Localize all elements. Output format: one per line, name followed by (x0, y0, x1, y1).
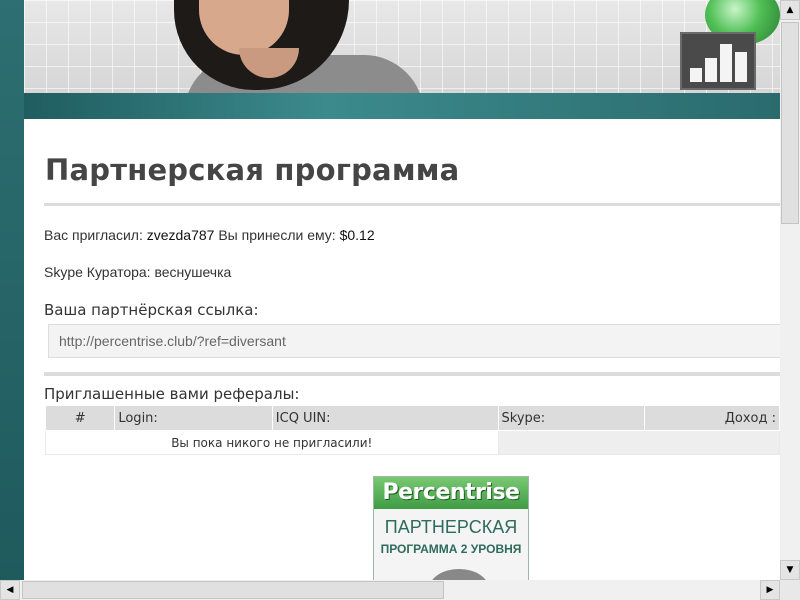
banner-line1: ПАРТНЕРСКАЯ (384, 517, 518, 537)
banner-image (429, 569, 489, 580)
horizontal-scroll-thumb[interactable] (22, 581, 444, 599)
empty-message: Вы пока никого не пригласили! (45, 430, 499, 455)
invited-by-label: Вас пригласил: (44, 227, 143, 243)
bar-chart-icon-bar (735, 52, 747, 82)
horizontal-scrollbar[interactable]: ◀ ▶ (0, 580, 780, 600)
banner-line2: ПРОГРАММА 2 УРОВНЯ (380, 542, 522, 556)
header-bottom-strip (24, 93, 780, 119)
scrollbar-corner (780, 580, 800, 600)
scroll-left-icon[interactable]: ◀ (0, 580, 20, 600)
bar-chart-icon-bar (720, 44, 732, 82)
col-header-login[interactable]: Login: (114, 405, 273, 431)
bar-chart-icon (680, 32, 756, 90)
scroll-right-icon[interactable]: ▶ (760, 580, 780, 600)
title-divider (44, 203, 780, 206)
col-header-skype[interactable]: Skype: (497, 405, 646, 431)
earned-value: $0.12 (339, 227, 375, 243)
bar-chart-icon-bar (705, 58, 717, 82)
ref-link-label: Ваша партнёрская ссылка: (44, 301, 259, 319)
col-header-number[interactable]: # (44, 405, 116, 431)
table-row: Вы пока никого не пригласили! (45, 430, 780, 455)
earned-label: Вы принесли ему: (218, 227, 336, 243)
invited-by-line: Вас пригласил: zvezda787 Вы принесли ему… (44, 227, 375, 243)
main-content-panel: Партнерская программа Вас пригласил: zve… (24, 119, 780, 580)
bar-chart-icon-bar (690, 68, 702, 82)
ref-link-input[interactable] (48, 324, 780, 358)
vertical-scrollbar[interactable]: ▲ ▼ (780, 0, 800, 580)
page-title: Партнерская программа (45, 153, 460, 187)
background-left (0, 0, 24, 580)
scroll-up-icon[interactable]: ▲ (780, 0, 800, 20)
col-header-icq[interactable]: ICQ UIN: (271, 405, 499, 431)
empty-cell (497, 430, 780, 455)
partner-program-banner[interactable]: Percentrise ПАРТНЕРСКАЯ ПРОГРАММА 2 УРОВ… (373, 476, 529, 580)
col-header-income[interactable]: Доход : (644, 405, 780, 431)
invited-by-user: zvezda787 (146, 227, 215, 243)
site-header-banner (24, 0, 780, 93)
skype-curator: Skype Куратора: веснушечка (44, 264, 232, 280)
referrals-table: # Login: ICQ UIN: Skype: Доход : Вы пока… (44, 405, 780, 455)
scroll-down-icon[interactable]: ▼ (780, 560, 800, 580)
banner-logo: Percentrise (374, 477, 528, 509)
referrals-label: Приглашенные вами рефералы: (44, 385, 300, 403)
referrals-table-header-row: # Login: ICQ UIN: Skype: Доход : (44, 405, 780, 431)
section-divider (44, 372, 780, 376)
vertical-scroll-thumb[interactable] (781, 22, 799, 224)
